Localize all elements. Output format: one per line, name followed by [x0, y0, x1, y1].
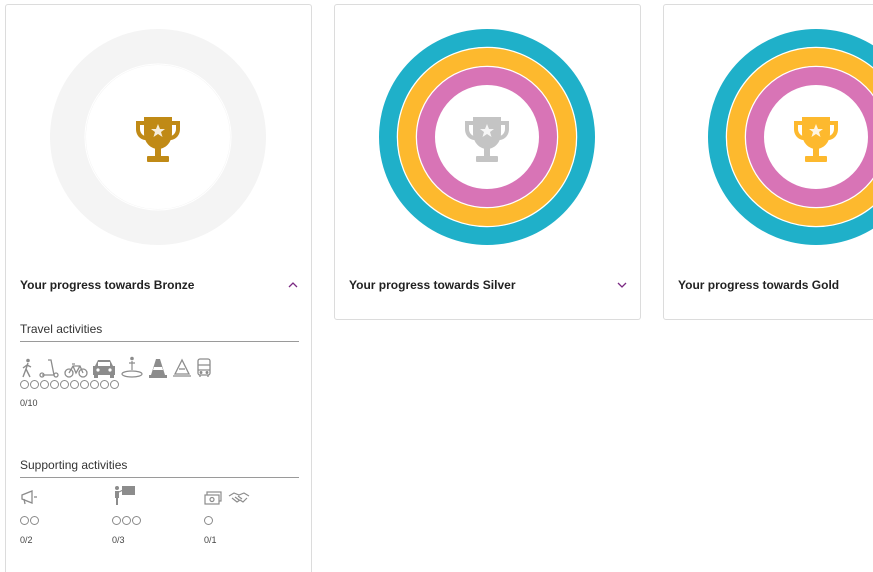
money-icon: [204, 491, 222, 510]
carpool-icon: [172, 358, 192, 378]
trophy-icon: [136, 117, 180, 162]
megaphone-icon: [20, 489, 38, 510]
supporting-progress-count: 0/2: [20, 535, 33, 545]
traffic-cone-icon: [148, 358, 168, 378]
gold-card-header[interactable]: Your progress towards Gold: [678, 275, 873, 295]
card-title: Your progress towards Bronze: [20, 278, 195, 292]
supporting-column-1: 0/2: [20, 488, 112, 545]
card-title: Your progress towards Gold: [678, 278, 840, 292]
supporting-progress-count: 0/3: [112, 535, 125, 545]
progress-circle: [112, 516, 121, 525]
trophy-icon: [465, 117, 509, 162]
progress-circle: [110, 380, 119, 389]
progress-circle: [40, 380, 49, 389]
travel-activities-section: Travel activities 0/10: [20, 322, 299, 408]
section-title: Supporting activities: [20, 458, 299, 478]
card-title: Your progress towards Silver: [349, 278, 516, 292]
progress-circle: [70, 380, 79, 389]
silver-card-header[interactable]: Your progress towards Silver: [349, 275, 629, 295]
progress-circle: [100, 380, 109, 389]
bronze-card: Your progress towards Bronze Travel acti…: [5, 4, 312, 572]
supporting-progress-circles: [20, 516, 112, 528]
car-icon: [92, 358, 116, 378]
progress-circle: [30, 380, 39, 389]
silver-progress-ring: [379, 29, 595, 245]
progress-circle: [20, 380, 29, 389]
gold-progress-ring: [708, 29, 873, 245]
bus-icon: [196, 358, 212, 378]
progress-circle: [50, 380, 59, 389]
chevron-down-icon[interactable]: [615, 278, 629, 292]
supporting-activities-section: Supporting activities 0/2 0/3 0/1: [20, 458, 299, 545]
walking-icon: [20, 358, 34, 378]
silver-card: Your progress towards Silver: [334, 4, 641, 320]
presenter-icon: [112, 485, 136, 510]
progress-circle: [132, 516, 141, 525]
progress-circle: [30, 516, 39, 525]
section-title: Travel activities: [20, 322, 299, 342]
supporting-column-3: 0/1: [204, 488, 296, 545]
gold-card: Your progress towards Gold: [663, 4, 873, 320]
progress-circle: [80, 380, 89, 389]
bronze-card-header[interactable]: Your progress towards Bronze: [20, 275, 300, 295]
supporting-column-2: 0/3: [112, 485, 204, 545]
chevron-up-icon[interactable]: [286, 278, 300, 292]
park-and-ride-icon: [120, 356, 144, 378]
travel-icons-row: [20, 352, 299, 378]
bronze-progress-ring: [50, 29, 266, 245]
progress-circle: [204, 516, 213, 525]
progress-circle: [122, 516, 131, 525]
progress-circle: [90, 380, 99, 389]
travel-progress-circles: [20, 380, 299, 392]
bicycle-icon: [64, 362, 88, 378]
progress-circle: [60, 380, 69, 389]
trophy-icon: [794, 117, 838, 162]
progress-circle: [20, 516, 29, 525]
supporting-progress-circles: [204, 516, 296, 528]
supporting-progress-circles: [112, 516, 204, 528]
travel-progress-count: 0/10: [20, 398, 38, 408]
supporting-progress-count: 0/1: [204, 535, 217, 545]
scooter-icon: [38, 358, 60, 378]
handshake-icon: [228, 491, 250, 510]
